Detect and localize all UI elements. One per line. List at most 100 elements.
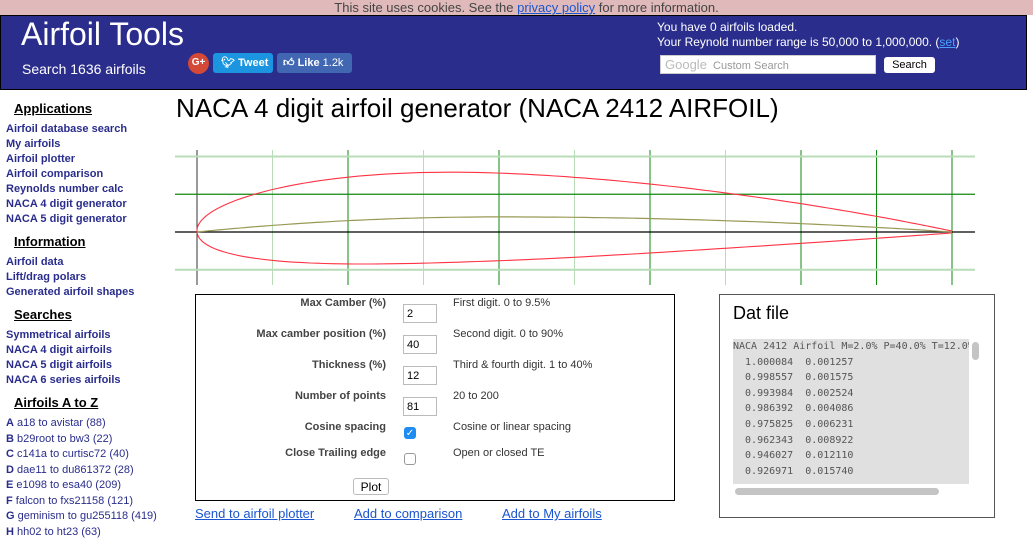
az-range: a18 to avistar (88) (17, 417, 106, 429)
field-input[interactable] (403, 397, 437, 416)
sidebar-link[interactable]: My airfoils (6, 137, 171, 152)
add-to-comparison-link[interactable]: Add to comparison (354, 506, 462, 521)
airfoil-plot (175, 150, 975, 285)
like-button[interactable]: 👍︎ Like 1.2k (277, 53, 352, 73)
az-link[interactable]: H hh02 to ht23 (63) (6, 525, 171, 540)
field-label: Thickness (%) (312, 359, 386, 371)
user-info: You have 0 airfoils loaded. Your Reynold… (657, 20, 959, 50)
field-label: Close Trailing edge (285, 447, 386, 459)
add-to-my-airfoils-link[interactable]: Add to My airfoils (502, 506, 602, 521)
sidebar-link[interactable]: NACA 4 digit generator (6, 197, 171, 212)
google-brand: Google (665, 57, 707, 72)
window-edge (1027, 90, 1033, 535)
close-trailing-edge-checkbox[interactable] (404, 453, 416, 465)
form-row: Close Trailing edge Open or closed TE (196, 447, 676, 467)
site-logo[interactable]: Airfoil Tools (21, 16, 184, 53)
searches-heading: Searches (14, 307, 171, 322)
send-to-plotter-link[interactable]: Send to airfoil plotter (195, 506, 314, 521)
az-letter: H (6, 526, 14, 538)
az-letter: G (6, 510, 15, 522)
field-label: Max camber position (%) (256, 328, 386, 340)
field-input[interactable] (403, 304, 437, 323)
dat-line: 0.998557 0.001575 (733, 370, 969, 386)
reynolds-range-text: Your Reynold number range is 50,000 to 1… (657, 35, 939, 49)
sidebar-link[interactable]: Lift/drag polars (6, 270, 171, 285)
dat-line: 1.000084 0.001257 (733, 355, 969, 371)
like-label: Like (298, 57, 320, 69)
google-plus-button[interactable]: G+ (188, 53, 209, 74)
form-row: Thickness (%) Third & fourth digit. 1 to … (196, 359, 676, 379)
sidebar-link[interactable]: NACA 4 digit airfoils (6, 343, 171, 358)
plot-button[interactable]: Plot (353, 478, 389, 495)
set-reynolds-link[interactable]: set (939, 35, 955, 49)
az-letter: E (6, 479, 13, 491)
field-label: Cosine spacing (305, 421, 386, 433)
az-link[interactable]: C c141a to curtisc72 (40) (6, 447, 171, 463)
information-heading: Information (14, 234, 171, 249)
dat-line: NACA 2412 Airfoil M=2.0% P=40.0% T=12.0% (733, 339, 969, 355)
dat-line: 0.986392 0.004086 (733, 401, 969, 417)
privacy-policy-link[interactable]: privacy policy (517, 0, 595, 15)
sidebar-link[interactable]: Reynolds number calc (6, 182, 171, 197)
az-range: falcon to fxs21158 (121) (16, 495, 133, 507)
dat-line: 0.993984 0.002524 (733, 386, 969, 402)
search-airfoils-link[interactable]: Search 1636 airfoils (22, 61, 146, 77)
sidebar-link[interactable]: Symmetrical airfoils (6, 328, 171, 343)
dat-line: 0.926971 0.015740 (733, 464, 969, 480)
az-link[interactable]: E e1098 to esa40 (209) (6, 478, 171, 494)
sidebar-link[interactable]: Airfoil database search (6, 122, 171, 137)
az-link[interactable]: D dae11 to du861372 (28) (6, 463, 171, 479)
airfoils-loaded-text: You have 0 airfoils loaded. (657, 20, 959, 35)
az-range: e1098 to esa40 (209) (16, 479, 121, 491)
field-label: Number of points (295, 390, 386, 402)
form-row: Max Camber (%) First digit. 0 to 9.5% (196, 297, 676, 317)
az-letter: A (6, 417, 14, 429)
field-input[interactable] (403, 335, 437, 354)
tweet-label: Tweet (238, 57, 268, 69)
az-link[interactable]: F falcon to fxs21158 (121) (6, 494, 171, 510)
search-input[interactable]: Google Custom Search (660, 55, 876, 74)
dat-file-title: Dat file (733, 303, 789, 324)
az-range: b29root to bw3 (22) (17, 433, 112, 445)
applications-heading: Applications (14, 101, 171, 116)
cookie-banner: This site uses cookies. See the privacy … (0, 0, 1033, 15)
az-link[interactable]: A a18 to avistar (88) (6, 416, 171, 432)
reynolds-paren: ) (955, 35, 959, 49)
sidebar-link[interactable]: NACA 5 digit airfoils (6, 358, 171, 373)
cosine-spacing-checkbox[interactable]: ✓ (404, 427, 416, 439)
field-hint: Third & fourth digit. 1 to 40% (453, 359, 592, 371)
field-input[interactable] (403, 366, 437, 385)
field-hint: First digit. 0 to 9.5% (453, 297, 550, 309)
az-range: hh02 to ht23 (63) (17, 526, 101, 538)
form-row: Max camber position (%)Second digit. 0 t… (196, 328, 676, 348)
az-link[interactable]: G geminism to gu255118 (419) (6, 509, 171, 525)
dat-line: 0.975825 0.006231 (733, 417, 969, 433)
az-range: c141a to curtisc72 (40) (17, 448, 129, 460)
sidebar-link[interactable]: NACA 5 digit generator (6, 212, 171, 227)
search-button[interactable]: Search (884, 57, 935, 73)
az-link[interactable]: B b29root to bw3 (22) (6, 432, 171, 448)
sidebar-link[interactable]: Airfoil comparison (6, 167, 171, 182)
dat-line: 0.962343 0.008922 (733, 433, 969, 449)
sidebar-link[interactable]: Generated airfoil shapes (6, 285, 171, 300)
az-letter: B (6, 433, 14, 445)
tweet-button[interactable]: 🐦︎ Tweet (213, 53, 273, 73)
page-title: NACA 4 digit airfoil generator (NACA 241… (176, 93, 779, 124)
horizontal-scrollbar[interactable] (735, 488, 939, 495)
az-letter: C (6, 448, 14, 460)
form-row: Cosine spacing✓Cosine or linear spacing (196, 421, 676, 441)
field-hint: 20 to 200 (453, 390, 499, 402)
field-label: Max Camber (%) (300, 297, 386, 309)
cookie-text: This site uses cookies. See the (334, 0, 517, 15)
sidebar-link[interactable]: Airfoil plotter (6, 152, 171, 167)
search-placeholder: Custom Search (713, 60, 789, 72)
vertical-scrollbar[interactable] (972, 342, 979, 360)
dat-file-textarea[interactable]: NACA 2412 Airfoil M=2.0% P=40.0% T=12.0%… (733, 339, 969, 484)
sidebar-link[interactable]: NACA 6 series airfoils (6, 373, 171, 388)
sidebar: Applications Airfoil database searchMy ai… (6, 101, 171, 540)
az-range: geminism to gu255118 (419) (18, 510, 157, 522)
sidebar-link[interactable]: Airfoil data (6, 255, 171, 270)
airfoils-a-to-z-heading: Airfoils A to Z (14, 395, 171, 410)
field-hint: Open or closed TE (453, 447, 545, 459)
az-range: dae11 to du861372 (28) (17, 464, 134, 476)
